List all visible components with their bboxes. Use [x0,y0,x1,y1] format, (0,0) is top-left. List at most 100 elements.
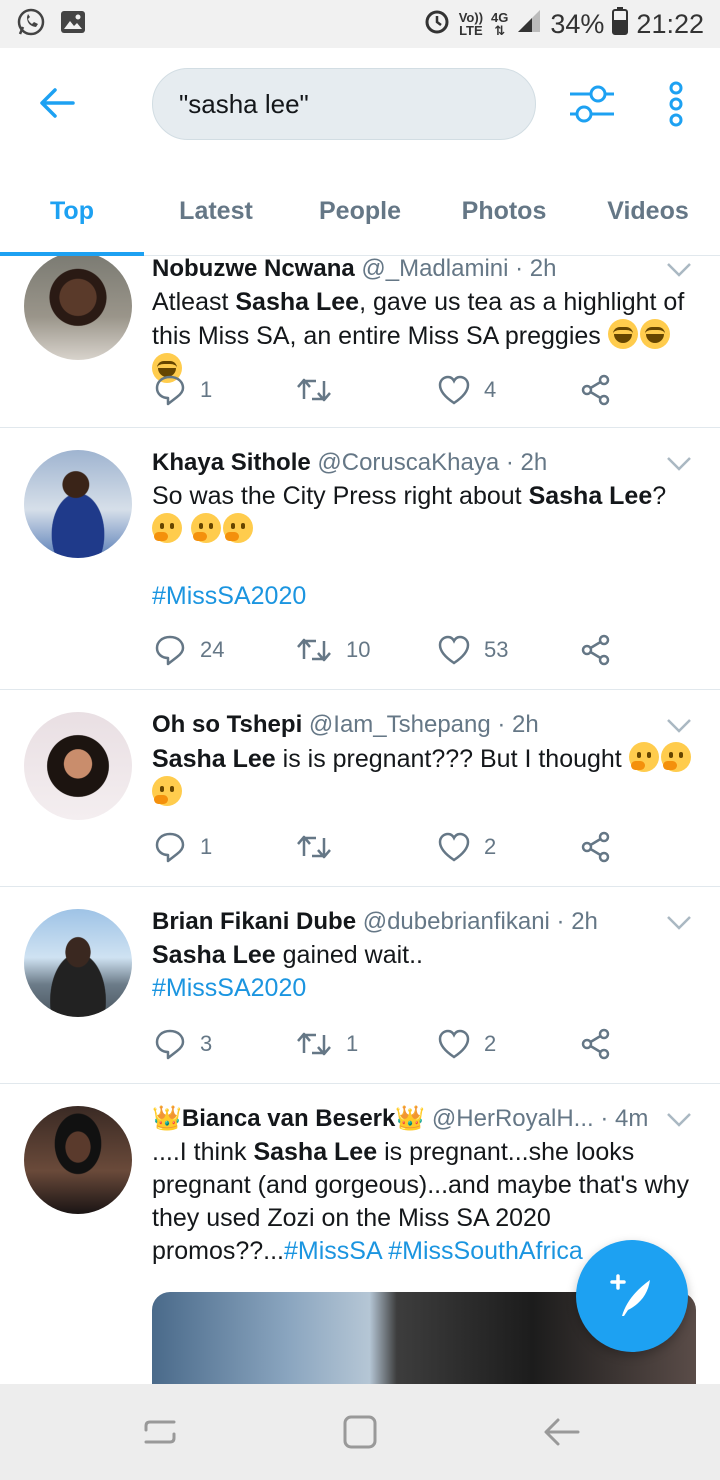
tweet-time: · 2h [497,711,539,738]
tweet-time: · 4m [600,1105,649,1132]
tweet-time: · 2h [556,908,598,935]
crown-emoji-icon: 👑 [395,1105,426,1132]
tab-photos[interactable]: Photos [432,168,576,255]
thinking-emoji-icon [152,776,182,806]
compose-icon [610,1274,650,1316]
tweet-time: · 2h [505,449,548,476]
avatar[interactable] [24,909,132,1017]
hashtag-link[interactable]: #MissSA2020 [152,582,306,610]
tab-people[interactable]: People [288,168,432,255]
reply-button[interactable]: 1 [154,370,212,410]
volte-indicator: Vo)) LTE [458,10,484,38]
tweet-header: Nobuzwe Ncwana @_Madlamini · 2h [152,256,696,284]
alarm-icon [423,7,451,42]
back-button[interactable] [32,78,82,128]
retweet-button[interactable] [296,827,346,867]
avatar[interactable] [24,712,132,820]
like-button[interactable]: 2 [438,1024,496,1064]
reply-button[interactable]: 1 [154,827,212,867]
chevron-down-icon[interactable] [666,718,692,734]
recents-button[interactable] [140,1412,180,1452]
like-icon [438,832,470,862]
signal-icon [516,8,542,41]
home-button[interactable] [340,1412,380,1452]
thinking-emoji-icon [628,742,659,772]
share-icon [581,374,610,406]
battery-percent: 34% [550,8,605,39]
chevron-down-icon[interactable] [666,1112,692,1128]
reply-icon [155,1029,185,1060]
reply-button[interactable]: 3 [154,1024,212,1064]
share-icon [581,634,610,666]
compose-tweet-button[interactable] [576,1240,688,1352]
tweet-handle[interactable]: @HerRoyalH... [432,1105,594,1132]
tweet[interactable]: Oh so Tshepi @Iam_Tshepang · 2h Sasha Le… [0,690,720,887]
chevron-down-icon[interactable] [666,456,692,472]
share-button[interactable] [580,827,612,867]
tweet-author-name[interactable]: Nobuzwe Ncwana [152,256,355,282]
chevron-down-icon[interactable] [666,915,692,931]
filter-button[interactable] [566,80,618,128]
search-input[interactable]: "sasha lee" [152,68,536,140]
chevron-down-icon[interactable] [666,262,692,278]
reply-button[interactable]: 24 [154,630,224,670]
battery-icon [612,6,629,42]
tweet[interactable]: Nobuzwe Ncwana @_Madlamini · 2h Atleast … [0,256,720,428]
tweet-header: Khaya Sithole @CoruscaKhaya · 2h [152,448,696,478]
share-button[interactable] [580,630,612,670]
back-icon [544,1418,580,1446]
retweet-icon [297,835,331,859]
share-button[interactable] [580,370,612,410]
clock: 21:22 [636,8,704,39]
tweet-hashtags: #MissSA2020 [152,580,696,613]
tab-latest[interactable]: Latest [144,168,288,255]
reply-icon [155,832,185,863]
thinking-emoji-icon [222,513,253,543]
tweet-author-name[interactable]: Khaya Sithole [152,449,311,476]
tweet-author-name[interactable]: Oh so Tshepi [152,711,302,738]
like-button[interactable]: 2 [438,827,496,867]
thinking-emoji-icon [660,742,691,772]
tweet-text: Sasha Lee gained wait.. [152,941,424,969]
crown-emoji-icon: 👑 [152,1105,182,1132]
back-arrow-icon [40,88,75,118]
tweet-handle[interactable]: @_Madlamini [361,256,508,282]
like-icon [438,635,470,665]
tweet-header: Brian Fikani Dube @dubebrianfikani · 2h [152,907,696,937]
tab-videos[interactable]: Videos [576,168,720,255]
search-results-feed: Nobuzwe Ncwana @_Madlamini · 2h Atleast … [0,256,720,1384]
tweet-author-name[interactable]: Bianca van Beserk [182,1105,395,1132]
retweet-button[interactable] [296,370,346,410]
tweet-hashtags: #MissSA2020 [152,972,696,1005]
retweet-icon [297,638,331,662]
hashtag-link[interactable]: #MissSouthAfrica [388,1237,583,1265]
like-button[interactable]: 4 [438,370,496,410]
avatar[interactable] [24,450,132,558]
tweet-author-name[interactable]: Brian Fikani Dube [152,908,356,935]
tweet-handle[interactable]: @Iam_Tshepang [309,711,491,738]
tweet[interactable]: Brian Fikani Dube @dubebrianfikani · 2h … [0,887,720,1084]
retweet-icon [297,378,331,402]
search-query: "sasha lee" [179,88,309,119]
hashtag-link[interactable]: #MissSA [284,1237,381,1265]
home-icon [343,1415,377,1449]
thinking-emoji-icon [152,513,182,543]
data-indicator: 4G ⇅ [491,10,509,38]
tweet-handle[interactable]: @CoruscaKhaya [317,449,499,476]
retweet-button[interactable]: 1 [296,1024,358,1064]
like-icon [438,375,470,405]
hashtag-link[interactable]: #MissSA2020 [152,974,306,1002]
tweet-handle[interactable]: @dubebrianfikani [363,908,550,935]
share-button[interactable] [580,1024,612,1064]
system-back-button[interactable] [542,1412,582,1452]
tab-top[interactable]: Top [0,168,144,256]
avatar[interactable] [24,1106,132,1214]
like-button[interactable]: 53 [438,630,508,670]
avatar[interactable] [24,256,132,360]
retweet-button[interactable]: 10 [296,630,370,670]
more-options-button[interactable] [662,80,690,128]
more-vertical-icon [669,81,683,127]
filter-icon [570,85,614,123]
status-bar: Vo)) LTE 4G ⇅ 34% 21:22 [0,0,720,48]
tweet[interactable]: Khaya Sithole @CoruscaKhaya · 2h So was … [0,428,720,690]
